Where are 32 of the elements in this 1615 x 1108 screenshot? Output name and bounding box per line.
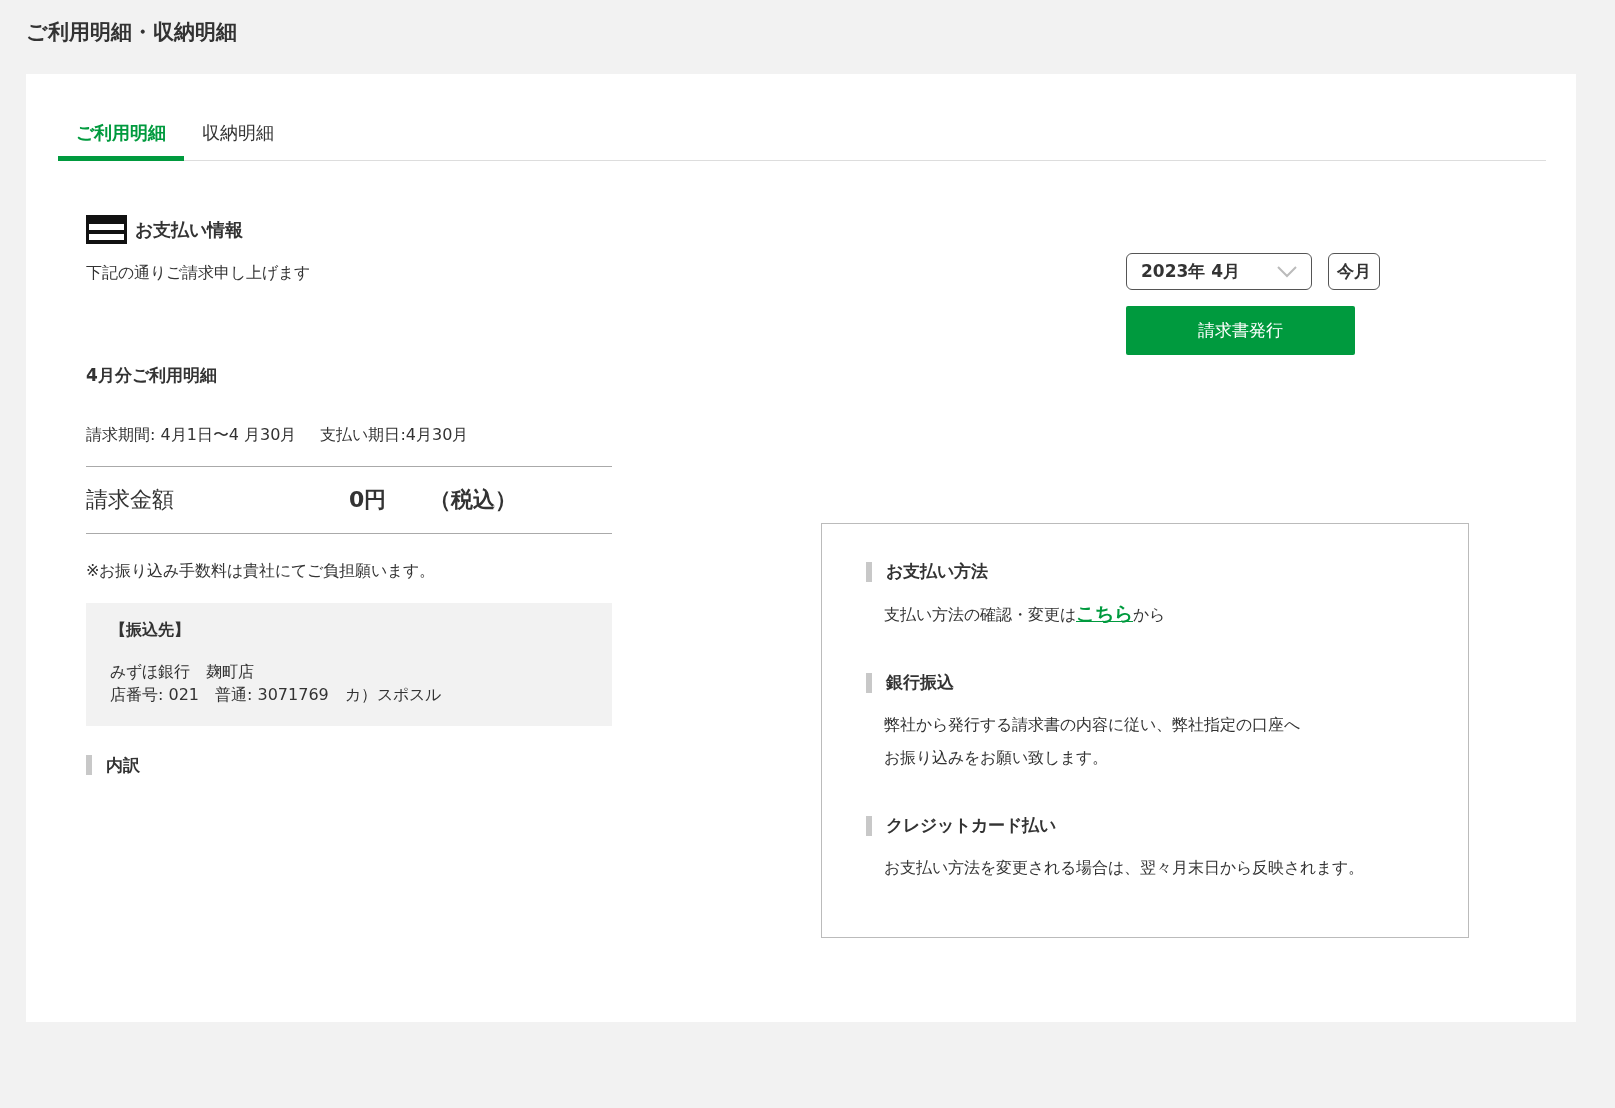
method-heading: 銀行振込 <box>886 671 954 694</box>
method-heading: クレジットカード払い <box>886 814 1056 837</box>
subtitle: 下記の通りご請求申し上げます <box>86 262 311 284</box>
method-text: 弊社から発行する請求書の内容に従い、弊社指定の口座へ お振り込みをお願い致します。 <box>883 714 1301 769</box>
heading-bar <box>866 561 872 582</box>
this-month-button[interactable]: 今月 <box>1328 253 1380 290</box>
section-heading: お支払い情報 <box>135 217 243 242</box>
method-text: お支払い方法を変更される場合は、翌々月末日から反映されます。 <box>883 857 1365 879</box>
here-link[interactable]: こちら <box>1076 602 1133 624</box>
method-text: 支払い方法の確認・変更はこちらから <box>883 601 1166 626</box>
heading-bar <box>866 672 872 693</box>
tax-note: （税込） <box>429 486 517 515</box>
heading-bar <box>866 815 872 836</box>
transfer-line: 店番号: 021 普通: 3071769 カ）スポスル <box>110 683 442 706</box>
billing-period: 請求期間: 4月1日〜4 月30月 <box>86 425 297 447</box>
amount-value: 0円 <box>349 486 388 515</box>
tab[interactable]: ご利用明細 <box>58 112 184 161</box>
heading-bar <box>86 755 92 776</box>
credit-card-icon <box>86 215 127 244</box>
chevron-down-icon <box>1277 265 1297 278</box>
tab[interactable]: 収納明細 <box>184 112 292 161</box>
transfer-line: みずほ銀行 麹町店 <box>110 661 255 684</box>
invoice-button[interactable]: 請求書発行 <box>1126 306 1355 355</box>
transfer-heading: 【振込先】 <box>110 618 191 641</box>
month-heading: 4月分ご利用明細 <box>86 364 218 388</box>
due-date: 支払い期日:4月30月 <box>320 425 469 447</box>
fee-note: ※お振り込み手数料は貴社にてご負担願います。 <box>86 560 437 583</box>
page-title: ご利用明細・収納明細 <box>26 19 237 46</box>
amount-label: 請求金額 <box>86 486 175 515</box>
method-heading: お支払い方法 <box>886 560 988 583</box>
breakdown-heading: 内訳 <box>106 753 140 777</box>
month-select[interactable]: 2023年 4月 <box>1126 253 1312 290</box>
